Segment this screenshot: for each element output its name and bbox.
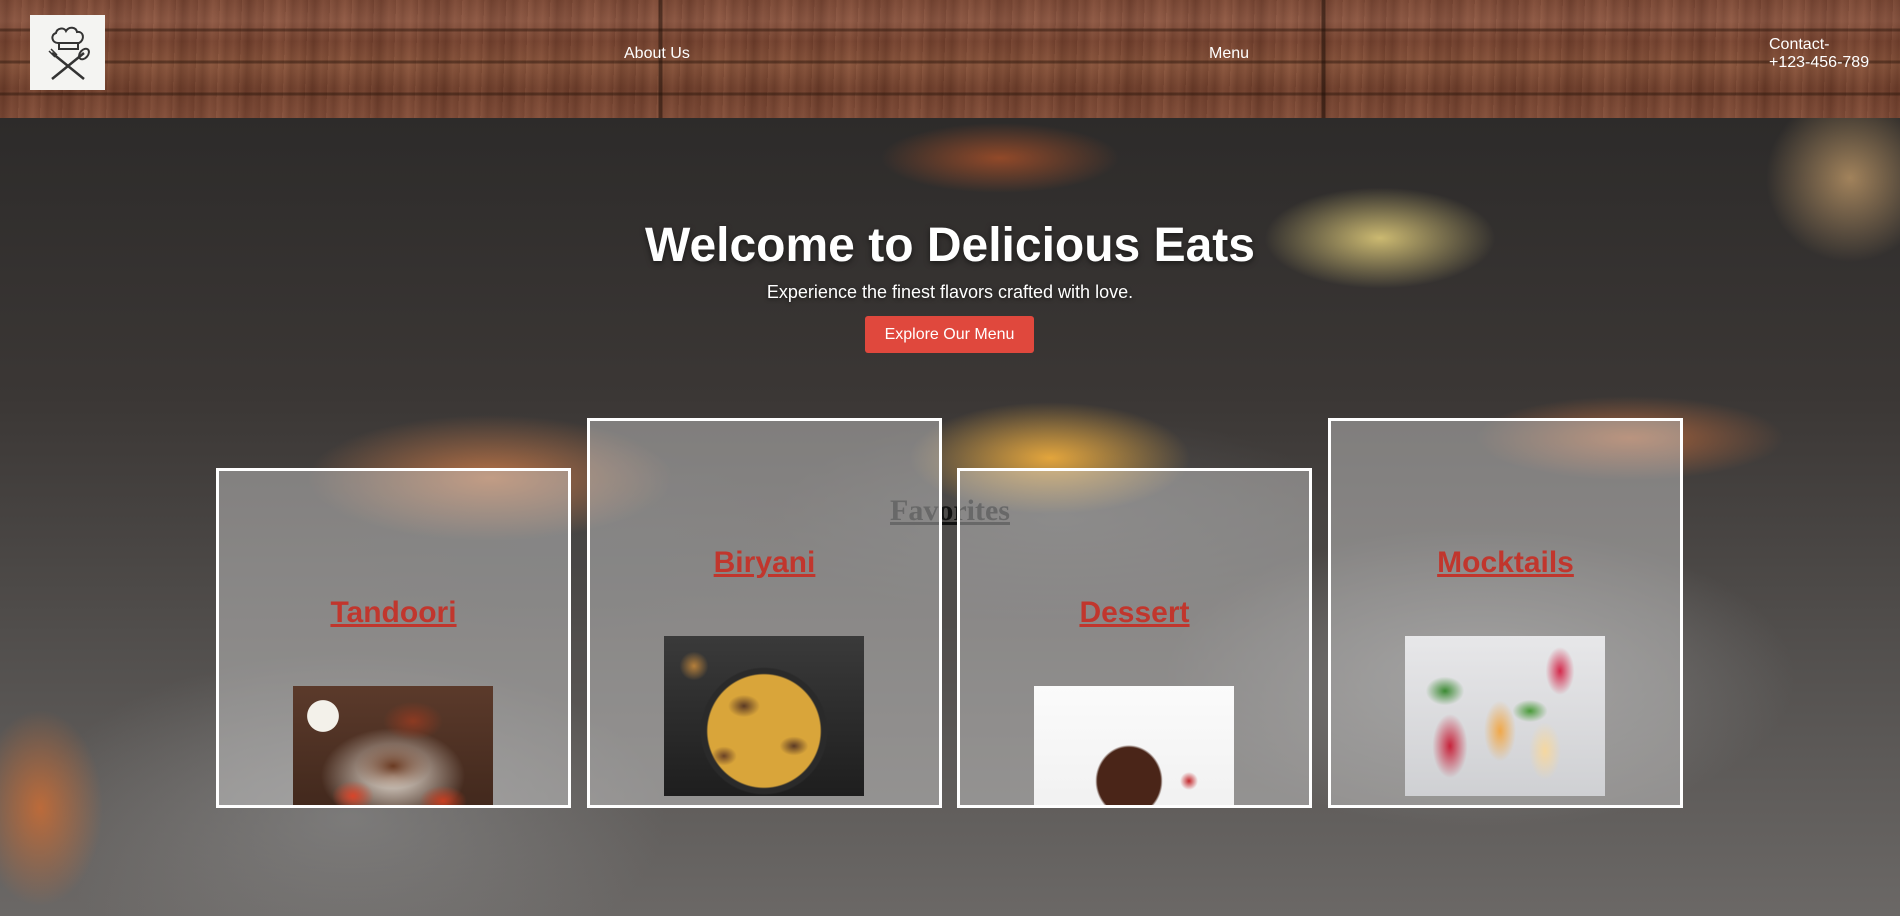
favorite-card-title[interactable]: Mocktails xyxy=(1331,546,1680,580)
nav-menu[interactable]: Menu xyxy=(1209,45,1249,63)
contact-label: Contact- xyxy=(1769,36,1830,53)
favorite-card-biryani[interactable]: Biryani xyxy=(587,418,942,808)
logo[interactable] xyxy=(30,15,105,90)
favorite-card-tandoori[interactable]: Tandoori xyxy=(216,468,571,808)
favorite-card-dessert[interactable]: Dessert xyxy=(957,468,1312,808)
biryani-image xyxy=(664,636,864,796)
hero-section: Welcome to Delicious Eats Experience the… xyxy=(0,118,1900,916)
favorite-card-mocktails[interactable]: Mocktails xyxy=(1328,418,1683,808)
dessert-image xyxy=(1034,686,1234,805)
nav-about-us[interactable]: About Us xyxy=(624,45,690,63)
favorite-card-title[interactable]: Tandoori xyxy=(219,596,568,630)
contact-info: Contact- +123-456-789 xyxy=(1769,36,1889,72)
favorite-card-title[interactable]: Biryani xyxy=(590,546,939,580)
tandoori-image xyxy=(293,686,493,805)
contact-phone[interactable]: +123-456-789 xyxy=(1769,54,1889,72)
chef-hat-logo-icon xyxy=(47,26,90,80)
explore-menu-button[interactable]: Explore Our Menu xyxy=(865,316,1034,353)
mocktails-image xyxy=(1405,636,1605,796)
hero-title: Welcome to Delicious Eats xyxy=(645,219,1255,272)
hero-subtitle: Experience the finest flavors crafted wi… xyxy=(766,282,1134,302)
favorite-card-title[interactable]: Dessert xyxy=(960,596,1309,630)
site-header: About Us Menu Contact- +123-456-789 xyxy=(0,0,1900,118)
